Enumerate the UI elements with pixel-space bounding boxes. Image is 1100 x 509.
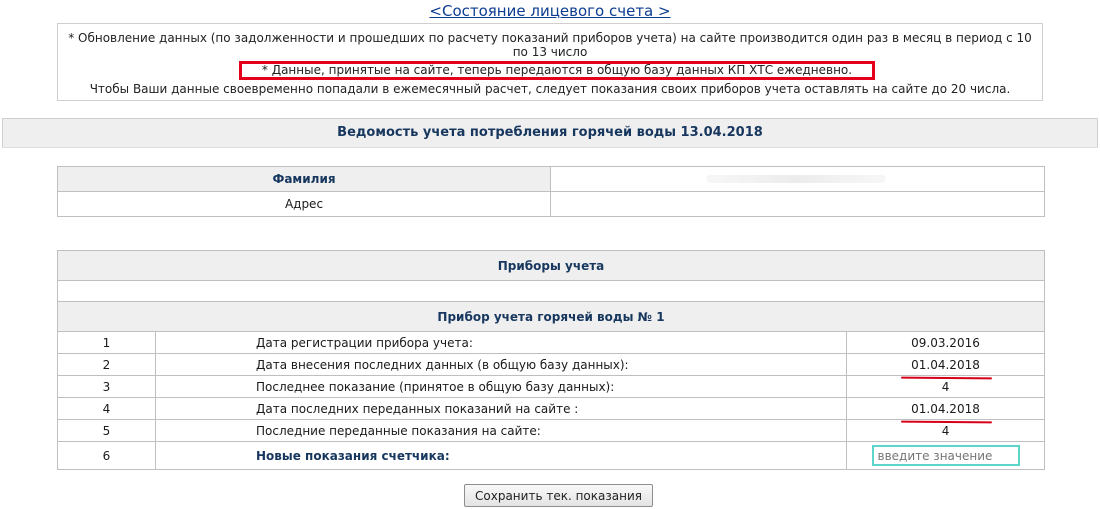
table-row: 1 Дата регистрации прибора учета: 09.03.… <box>57 331 1046 354</box>
new-reading-label: Новые показания счетчика: <box>155 441 847 470</box>
row-label: Дата последних переданных показаний на с… <box>155 397 847 420</box>
row-number: 3 <box>57 375 156 398</box>
row-number: 2 <box>57 353 156 376</box>
table-row: 3 Последнее показание (принятое в общую … <box>57 375 1046 398</box>
update-notice: * Обновление данных (по задолженности и … <box>57 23 1043 101</box>
table-row: 2 Дата внесения последних данных (в общу… <box>57 353 1046 376</box>
divider <box>2 147 1098 148</box>
table-row: 5 Последние переданные показания на сайт… <box>57 419 1046 442</box>
row-number: 1 <box>57 331 156 354</box>
account-status-link[interactable]: <Состояние лицевого счета > <box>0 2 1100 20</box>
devices-table: Приборы учета Прибор учета горячей воды … <box>56 250 1046 470</box>
surname-label: Фамилия <box>57 166 551 192</box>
registration-date: 09.03.2016 <box>845 331 1046 354</box>
row-label: Последние переданные показания на сайте: <box>155 419 847 442</box>
address-label: Адрес <box>57 191 551 217</box>
statement-title: Ведомость учета потребления горячей воды… <box>2 118 1098 148</box>
table-row: 6 Новые показания счетчика: <box>57 441 1046 470</box>
person-table: Фамилия Адрес <box>57 166 1045 217</box>
device-title: Прибор учета горячей воды № 1 <box>56 301 1046 332</box>
row-label: Последнее показание (принятое в общую ба… <box>155 375 847 398</box>
redacted-surname <box>706 175 886 183</box>
blank-row <box>56 280 1046 302</box>
new-reading-input[interactable] <box>871 445 1020 466</box>
devices-section-title: Приборы учета <box>56 250 1046 281</box>
save-readings-button[interactable]: Сохранить тек. показания <box>464 484 653 507</box>
notice-line-daily-transfer: * Данные, принятые на сайте, теперь пере… <box>239 61 875 80</box>
surname-value <box>550 166 1045 192</box>
row-number: 5 <box>57 419 156 442</box>
notice-line-update-period: * Обновление данных (по задолженности и … <box>68 31 1032 59</box>
row-number: 4 <box>57 397 156 420</box>
last-site-date: 01.04.2018 <box>911 401 980 416</box>
address-value <box>550 191 1045 217</box>
row-number: 6 <box>57 441 156 470</box>
notice-line-deadline: Чтобы Ваши данные своевременно попадали … <box>89 82 1011 96</box>
table-row: 4 Дата последних переданных показаний на… <box>57 397 1046 420</box>
new-reading-cell <box>845 441 1046 470</box>
row-label: Дата внесения последних данных (в общую … <box>155 353 847 376</box>
last-db-date: 01.04.2018 <box>911 357 980 372</box>
row-label: Дата регистрации прибора учета: <box>155 331 847 354</box>
last-db-date-cell: 01.04.2018 <box>845 353 1046 376</box>
last-site-date-cell: 01.04.2018 <box>845 397 1046 420</box>
